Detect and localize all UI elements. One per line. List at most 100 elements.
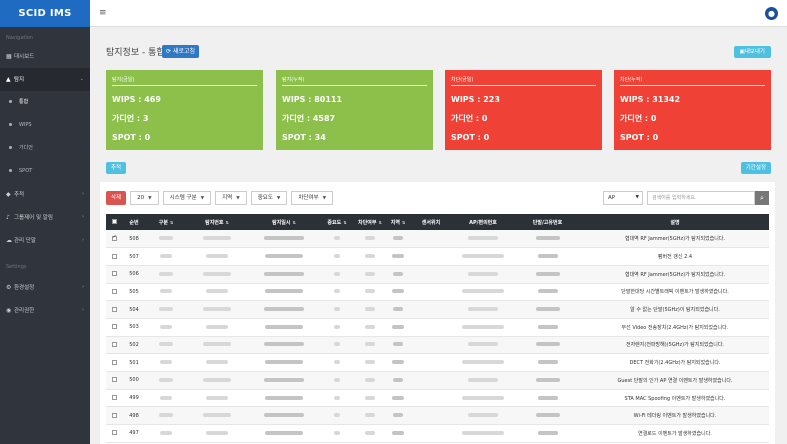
redacted-cell (354, 371, 386, 390)
col-header[interactable]: 중요도 ⇅ (320, 214, 354, 230)
col-header[interactable]: 단말/고유번호 (514, 214, 581, 230)
col-header[interactable]: 구분 ⇅ (146, 214, 186, 230)
row-checkbox[interactable] (106, 300, 122, 319)
redacted-cell (514, 283, 581, 302)
redacted-cell (186, 283, 248, 302)
redacted-cell (452, 424, 514, 443)
table-row[interactable]: 499 STA MAC Spoofing 이벤트가 발생하였습니다. (106, 389, 769, 408)
col-header[interactable]: 탐지일시 ⇅ (248, 214, 320, 230)
menu-icon[interactable]: ≡ (99, 8, 107, 18)
delete-button[interactable]: 삭제 (106, 191, 127, 205)
table-header-row: 순번 구분 ⇅ 탐지번호 ⇅ 탐지일시 ⇅ 중요도 ⇅ 차단여부 ⇅ 지역 ⇅ 센서위치 A… (106, 214, 769, 230)
col-header[interactable]: AP/편의번호 (452, 214, 514, 230)
user-icon[interactable]: ● (765, 7, 778, 20)
col-header[interactable]: 설명 (581, 214, 769, 230)
col-header[interactable]: 센서위치 (410, 214, 452, 230)
col-header[interactable]: 탐지번호 ⇅ (186, 214, 248, 230)
table-row[interactable]: 502 전자렌지(전파방해)(5GHz)가 탐지되었습니다. (106, 336, 769, 355)
track-button[interactable]: 추적 (106, 162, 127, 174)
search-button[interactable]: ⌕ (755, 191, 769, 205)
table-row[interactable]: 503 무선 Video 전송장치(2.4GHz)가 탐지되었습니다. (106, 318, 769, 337)
row-checkbox[interactable] (106, 424, 122, 443)
page-title: 탐지정보 - 통합 (106, 48, 165, 58)
row-checkbox[interactable] (106, 318, 122, 337)
region-select[interactable]: 지역 ▼ (215, 191, 247, 205)
sidebar-subitem-guardian[interactable]: 가디언 (0, 137, 90, 160)
system-type-value: 시스템 구분 (169, 195, 197, 201)
card-guardian: 가디언 : 4587 (282, 114, 336, 123)
sidebar-item-admin[interactable]: ◉ 관리권한 › (0, 299, 90, 322)
row-checkbox[interactable] (106, 336, 122, 355)
table-row[interactable]: 497 연결로드 이벤트가 발생하였습니다. (106, 424, 769, 443)
redacted-cell (354, 336, 386, 355)
sidebar-item-assets[interactable]: ☁ 관리 단말 › (0, 229, 90, 252)
table-row[interactable]: 508 협대역 RF Jammer(5GHz)가 탐지되었습니다. (106, 230, 769, 249)
sidebar-item-detect[interactable]: ▲ 탐지 ⌄ (0, 68, 90, 91)
sidebar-item-label: 추적 (14, 192, 25, 198)
sidebar-item-track[interactable]: ◆ 추적 › (0, 183, 90, 206)
row-description: Wi-Fi 테더링 이벤트가 발생하였습니다. (581, 406, 769, 426)
sidebar-subitem-integrated[interactable]: 통합 (0, 91, 90, 114)
stat-card-detect-today: 탐지(금일) WIPS : 469 가디언 : 3 SPOT : 0 (106, 70, 263, 150)
redacted-cell (248, 424, 320, 443)
col-header[interactable]: 순번 (122, 214, 146, 230)
row-checkbox[interactable] (106, 247, 122, 266)
redacted-cell (320, 283, 354, 302)
redacted-cell (146, 353, 186, 372)
table-row[interactable]: 506 협대역 RF Jammer(5GHz)가 탐지되었습니다. (106, 265, 769, 284)
col-header[interactable]: 차단여부 ⇅ (354, 214, 386, 230)
row-description: 펌버전 갱신 2.4 (581, 247, 769, 266)
block-select[interactable]: 차단여부 ▼ (291, 191, 334, 205)
row-number: 497 (122, 424, 146, 443)
sidebar-item-group-alarm[interactable]: ♪ 그룹제어 및 알림 › (0, 206, 90, 229)
sidebar-subitem-wips[interactable]: WIPS (0, 114, 90, 137)
redacted-cell (452, 300, 514, 319)
redacted-cell (386, 371, 410, 390)
card-title: 차단(누적) (620, 76, 765, 86)
row-checkbox[interactable] (106, 283, 122, 302)
sidebar-subitem-spot[interactable]: SPOT (0, 160, 90, 183)
importance-value: 중요도 (257, 195, 273, 201)
row-checkbox[interactable] (106, 353, 122, 372)
importance-select[interactable]: 중요도 ▼ (250, 191, 288, 205)
table-row[interactable]: 504 알 수 없는 단말(5GHz)이 탐지되었습니다. (106, 300, 769, 319)
sidebar: Navigation ▦ 대시보드 ▲ 탐지 ⌄ 통합 WIPS 가디언 SPOT ◆… (0, 27, 90, 444)
redacted-cell (514, 424, 581, 443)
card-wips: WIPS : 223 (451, 95, 500, 104)
page-size-value: 20 (137, 195, 145, 201)
export-button[interactable]: ▣내보내기 (733, 46, 771, 58)
table-row[interactable]: 500 Guest 단말의 인가 AP 연결 이벤트가 발생하였습니다. (106, 371, 769, 390)
redacted-cell (320, 371, 354, 390)
select-all-checkbox[interactable] (106, 214, 122, 230)
col-header[interactable]: 지역 ⇅ (386, 214, 410, 230)
page-size-select[interactable]: 20 ▼ (130, 191, 159, 205)
row-checkbox[interactable] (106, 230, 122, 249)
row-checkbox[interactable] (106, 265, 122, 284)
card-wips: WIPS : 469 (112, 95, 161, 104)
redacted-cell (248, 283, 320, 302)
redacted-cell (320, 265, 354, 284)
row-checkbox[interactable] (106, 371, 122, 390)
row-description: 협대역 RF Jammer(5GHz)가 탐지되었습니다. (581, 265, 769, 284)
search-type-select[interactable]: AP ▼ (603, 191, 643, 205)
system-type-select[interactable]: 시스템 구분 ▼ (162, 191, 212, 205)
redacted-cell (410, 336, 452, 355)
refresh-button[interactable]: ⟳ 새로고침 (162, 45, 200, 58)
table-row[interactable]: 498 Wi-Fi 테더링 이벤트가 발생하였습니다. (106, 406, 769, 426)
redacted-cell (386, 336, 410, 355)
table-row[interactable]: 505 단말한대당 시간별트래픽 이벤트가 발생하였습니다. (106, 283, 769, 302)
redacted-cell (386, 283, 410, 302)
period-button[interactable]: 기간설정 (740, 162, 771, 174)
app-brand: SCID IMS (0, 0, 90, 27)
redacted-cell (514, 336, 581, 355)
sidebar-item-env[interactable]: ⚙ 환경설정 › (0, 276, 90, 299)
table-row[interactable]: 507 펌버전 갱신 2.4 (106, 247, 769, 266)
row-checkbox[interactable] (106, 406, 122, 426)
row-checkbox[interactable] (106, 389, 122, 408)
table-row[interactable]: 501 DECT 전화기(2.4GHz)가 탐지되었습니다. (106, 353, 769, 372)
redacted-cell (146, 247, 186, 266)
search-input[interactable]: 검색어를 입력하세요. (647, 191, 755, 205)
caret-down-icon: ▼ (322, 196, 327, 201)
redacted-cell (452, 247, 514, 266)
sidebar-item-dashboard[interactable]: ▦ 대시보드 (0, 45, 90, 68)
